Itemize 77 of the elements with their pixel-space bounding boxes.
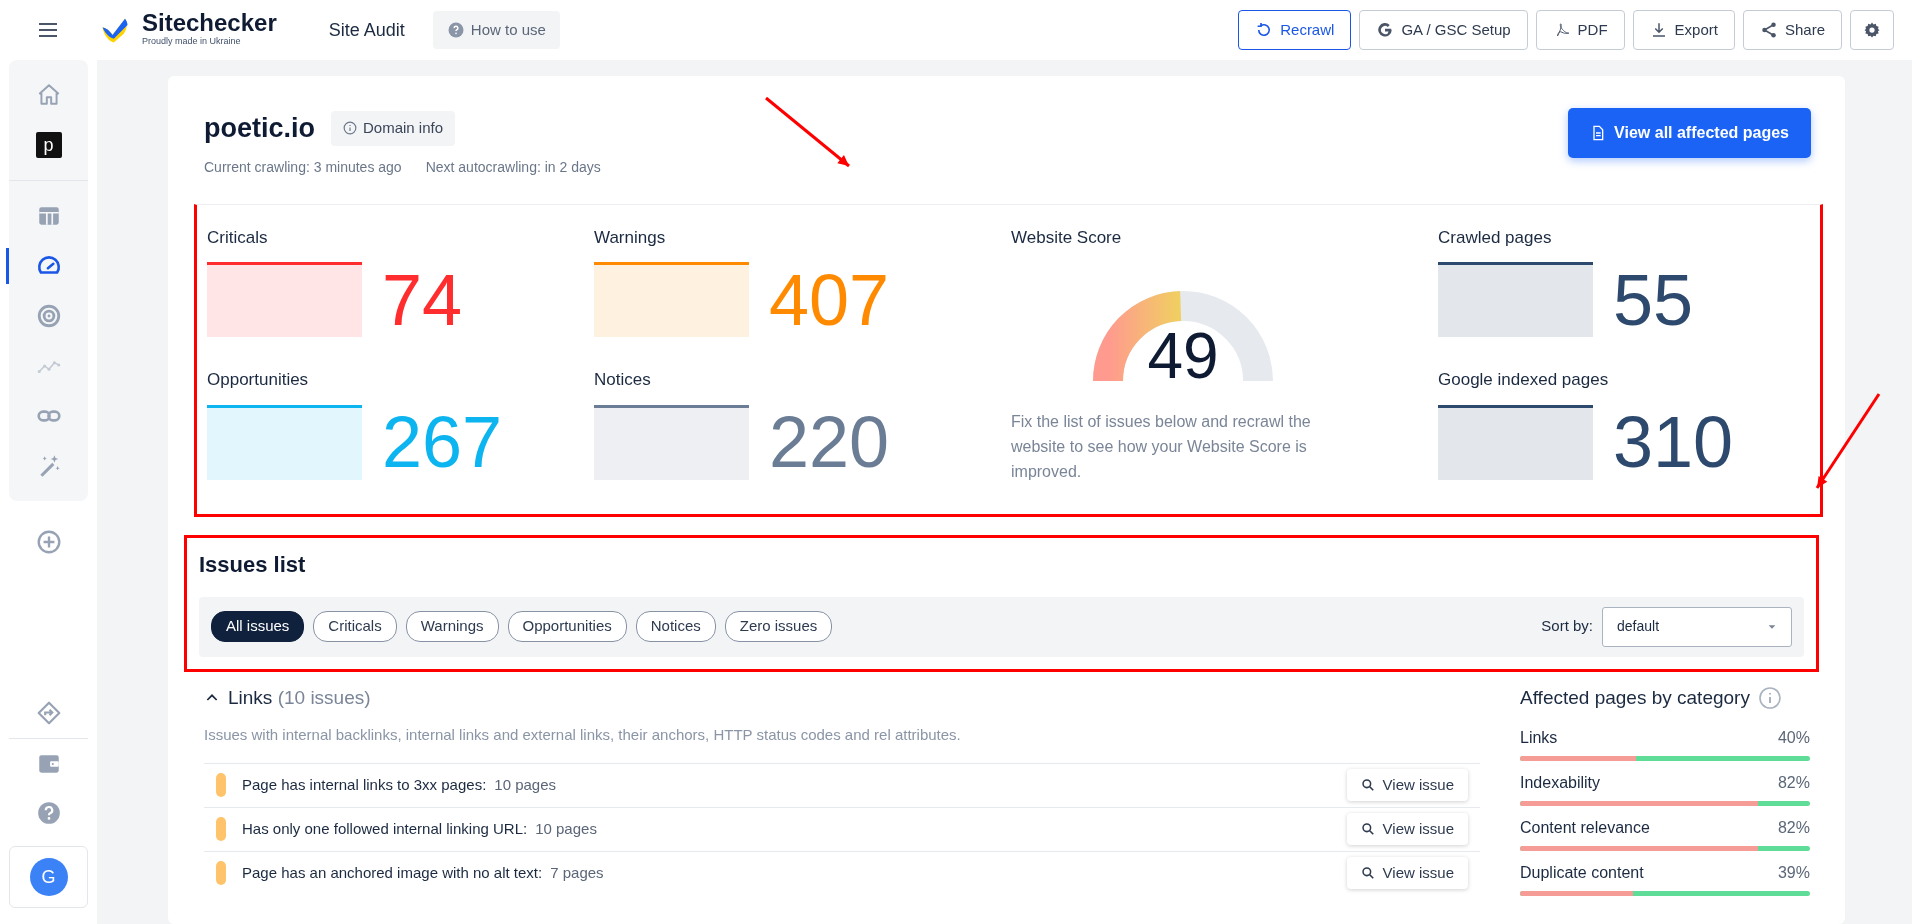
issue-text: Page has internal links to 3xx pages: xyxy=(242,774,487,795)
domain-title: poetic.io xyxy=(204,112,315,145)
sort-label: Sort by: xyxy=(1541,616,1593,637)
filter-chip[interactable]: Criticals xyxy=(313,611,397,642)
project-logo: p xyxy=(35,132,62,158)
filter-chip[interactable]: Zero issues xyxy=(724,611,833,642)
stat-label: Opportunities xyxy=(207,369,310,391)
view-issue-button[interactable]: View issue xyxy=(1346,768,1468,802)
view-all-affected-pages-button[interactable]: View all affected pages xyxy=(1568,108,1811,158)
search-icon xyxy=(1360,866,1375,880)
severity-marker xyxy=(216,773,226,797)
category-name: Content relevance xyxy=(1520,818,1650,838)
help-icon xyxy=(446,21,465,39)
google-icon xyxy=(1376,21,1395,39)
category-percent: 40% xyxy=(1777,728,1810,748)
crawl-time: Current crawling: 3 minutes ago xyxy=(204,157,402,177)
search-icon xyxy=(1360,822,1375,836)
share-icon xyxy=(1759,21,1778,39)
stat-label: Warnings xyxy=(594,226,667,249)
stat-value: 55 xyxy=(1613,263,1694,336)
filter-chip[interactable]: Opportunities xyxy=(507,611,627,642)
category-percent: 82% xyxy=(1777,773,1810,793)
share-button[interactable]: Share xyxy=(1742,10,1842,50)
score-note: Fix the list of issues below and recrawl the website to see how your Website Score is improved. xyxy=(1011,412,1312,482)
direction-sign-icon[interactable] xyxy=(35,700,62,726)
stat-value: 407 xyxy=(769,263,890,336)
severity-marker xyxy=(216,817,226,841)
page-count: 7 pages xyxy=(550,862,604,883)
filter-chip[interactable]: Warnings xyxy=(405,611,499,642)
target-icon xyxy=(35,303,62,329)
score-title: Website Score xyxy=(1011,226,1123,249)
category-name: Links xyxy=(1520,728,1558,748)
stat-value: 74 xyxy=(382,263,463,336)
stat-value: 267 xyxy=(382,406,503,478)
severity-marker xyxy=(216,861,226,885)
stat-label: Crawled pages xyxy=(1438,226,1553,249)
export-button[interactable]: Export xyxy=(1632,10,1735,50)
domain-info-button[interactable]: Domain info xyxy=(331,111,456,146)
stat-label: Notices xyxy=(594,369,652,391)
filter-chip[interactable]: Notices xyxy=(635,611,716,642)
next-crawl-time: Next autocrawling: in 2 days xyxy=(425,157,601,177)
category-name: Indexability xyxy=(1520,773,1601,793)
page-title: Site Audit xyxy=(328,18,405,42)
view-issue-button[interactable]: View issue xyxy=(1346,856,1468,890)
issue-text: Page has an anchored image with no alt text: xyxy=(242,862,543,883)
search-icon xyxy=(1360,778,1375,792)
score-value: 49 xyxy=(1147,324,1219,388)
info-icon[interactable] xyxy=(1757,685,1782,710)
how-to-use-button[interactable]: How to use xyxy=(432,10,560,50)
stat-label: Criticals xyxy=(207,226,269,249)
category-percent: 39% xyxy=(1777,863,1810,883)
section-title: Issues list xyxy=(199,550,307,579)
add-icon[interactable] xyxy=(35,529,62,555)
pdf-button[interactable]: PDF xyxy=(1535,10,1625,50)
user-avatar[interactable]: G xyxy=(29,858,68,896)
info-icon xyxy=(343,121,357,136)
recrawl-button[interactable]: Recrawl xyxy=(1238,10,1352,50)
page-count: 10 pages xyxy=(494,774,557,795)
affected-title: Affected pages by category xyxy=(1520,685,1750,710)
help-icon[interactable] xyxy=(35,800,62,826)
category-percent: 82% xyxy=(1777,818,1810,838)
brand-name: Sitechecker xyxy=(142,11,277,36)
category-name: Duplicate content xyxy=(1520,863,1644,883)
stat-value: 310 xyxy=(1613,406,1734,478)
stat-label: Google indexed pages xyxy=(1438,369,1610,391)
view-issue-button[interactable]: View issue xyxy=(1346,812,1468,846)
brand-tagline: Proudly made in Ukraine xyxy=(142,35,242,49)
ga-gsc-setup-button[interactable]: GA / GSC Setup xyxy=(1359,10,1528,50)
settings-icon xyxy=(1863,21,1881,39)
filter-chip[interactable]: All issues xyxy=(211,611,305,642)
category-description: Issues with internal backlinks, internal links and external links, their anchors, HTTP status codes and rel attributes. xyxy=(204,725,962,745)
stat-value: 220 xyxy=(769,406,890,478)
issue-text: Has only one followed internal linking URL: xyxy=(242,818,528,839)
page-count: 10 pages xyxy=(535,818,597,839)
category-title[interactable]: Links (10 issues) xyxy=(228,683,371,712)
settings-button[interactable] xyxy=(1850,10,1894,50)
sort-dropdown[interactable]: default xyxy=(1602,606,1792,647)
